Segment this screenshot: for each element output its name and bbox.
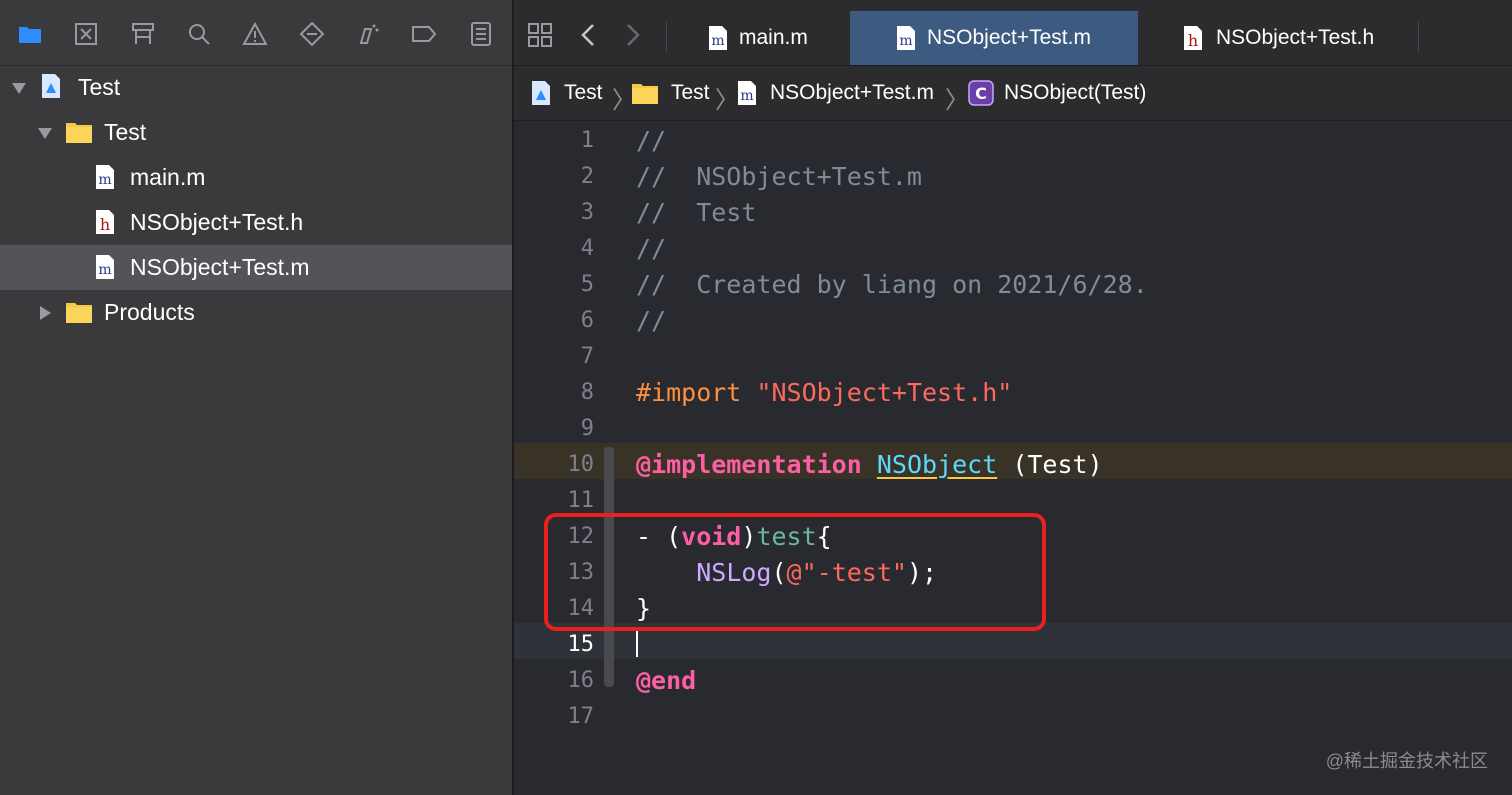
tab-label: NSObject+Test.h	[1216, 26, 1375, 49]
tab-label: NSObject+Test.m	[927, 26, 1091, 49]
svg-text:m: m	[98, 172, 111, 188]
m-file-icon: m	[96, 165, 114, 189]
tab-nsobject-test-h[interactable]: h NSObject+Test.h	[1138, 11, 1418, 65]
code-comment: //	[636, 234, 667, 263]
line-number: 17	[567, 704, 595, 729]
m-file-icon: m	[897, 26, 915, 50]
symbol-icon[interactable]	[128, 19, 158, 49]
tree-item-file-selected[interactable]: m NSObject+Test.m	[0, 245, 512, 290]
search-icon[interactable]	[184, 19, 214, 49]
source-control-icon[interactable]	[71, 19, 101, 49]
svg-text:m: m	[98, 262, 111, 278]
breadcrumb-item-file[interactable]: m NSObject+Test.m	[736, 66, 934, 120]
code-line-import: #import "NSObject+Test.h"	[636, 375, 1012, 411]
h-file-icon: h	[96, 210, 114, 234]
code-line-end: @end	[636, 666, 697, 695]
forward-chevron-icon[interactable]	[617, 20, 647, 50]
tree-label: Products	[104, 299, 195, 325]
project-navigator: Test Test m main.m h NSObject+Test.h m N…	[0, 0, 512, 795]
tree-label: Test	[104, 119, 147, 145]
folder-icon	[632, 84, 658, 104]
svg-text:m: m	[899, 33, 912, 49]
line-number: 3	[580, 200, 594, 225]
breadcrumb-item-symbol[interactable]: C NSObject(Test)	[968, 66, 1146, 120]
folder-icon[interactable]	[15, 19, 45, 49]
highlight-box	[544, 513, 1046, 631]
tree-item-file[interactable]: h NSObject+Test.h	[0, 200, 512, 245]
tree-label: NSObject+Test.m	[130, 254, 310, 280]
svg-text:C: C	[975, 84, 987, 103]
project-file-icon	[532, 81, 550, 105]
disclosure-open-icon[interactable]	[11, 80, 27, 96]
svg-text:m: m	[711, 33, 724, 49]
warning-icon[interactable]	[240, 19, 270, 49]
debug-icon[interactable]	[353, 19, 383, 49]
breadcrumb-label: NSObject+Test.m	[770, 81, 934, 104]
disclosure-open-icon[interactable]	[37, 125, 53, 141]
navigator-toolbar	[0, 0, 512, 66]
breadcrumb-item-folder[interactable]: Test	[631, 66, 710, 120]
text-cursor	[636, 627, 638, 657]
line-number: 2	[580, 164, 594, 189]
report-icon[interactable]	[466, 19, 496, 49]
tree-label: main.m	[130, 164, 206, 190]
back-chevron-icon[interactable]	[574, 20, 604, 50]
grid-icon[interactable]	[525, 20, 555, 50]
line-number: 1	[580, 128, 594, 153]
m-file-icon: m	[96, 255, 114, 279]
project-file-icon	[42, 74, 60, 98]
code-comment: // NSObject+Test.m	[636, 162, 922, 191]
line-number: 16	[567, 668, 595, 693]
folder-icon	[66, 123, 92, 143]
code-token: (Test)	[997, 450, 1103, 479]
line-number: 9	[580, 416, 594, 441]
code-comment: // Test	[636, 198, 757, 227]
editor: m main.m m NSObject+Test.m h NSObject+Te…	[514, 0, 1512, 795]
line-number: 7	[580, 344, 594, 369]
breadcrumb-label: Test	[671, 81, 710, 104]
disclosure-closed-icon[interactable]	[37, 305, 53, 321]
breadcrumb-label: Test	[564, 81, 603, 104]
chevron-right-icon: 〉	[945, 87, 969, 114]
tree-label: Test	[78, 74, 121, 100]
m-file-icon: m	[709, 26, 727, 50]
breadcrumb: Test 〉 Test 〉 m NSObject+Test.m 〉 C NSOb…	[514, 66, 1512, 121]
line-number: 10	[567, 452, 595, 477]
category-c-icon: C	[968, 80, 994, 106]
tab-nsobject-test-m[interactable]: m NSObject+Test.m	[850, 11, 1138, 65]
m-file-icon: m	[738, 81, 756, 105]
code-comment: // Created by liang on 2021/6/28.	[636, 270, 1148, 299]
code-comment: //	[636, 306, 667, 335]
folder-icon	[66, 303, 92, 323]
line-number: 15	[567, 632, 595, 657]
h-file-icon: h	[1184, 26, 1202, 50]
code-line-implementation: @implementation NSObject (Test)	[636, 447, 1103, 483]
breakpoint-icon[interactable]	[409, 19, 439, 49]
watermark: @稀土掘金技术社区	[1325, 751, 1488, 771]
line-number: 4	[580, 236, 594, 261]
test-icon[interactable]	[297, 19, 327, 49]
tree-label: NSObject+Test.h	[130, 209, 304, 235]
tree-item-project[interactable]: Test	[0, 65, 512, 110]
code-token: @implementation	[636, 450, 862, 479]
tab-label: main.m	[739, 26, 808, 49]
tree-item-file[interactable]: m main.m	[0, 155, 512, 200]
code-comment: //	[636, 126, 667, 155]
svg-text:h: h	[1188, 31, 1198, 50]
tree-item-folder[interactable]: Test	[0, 110, 512, 155]
code-token: "NSObject+Test.h"	[756, 378, 1013, 407]
svg-text:m: m	[740, 88, 753, 104]
tab-bar: m main.m m NSObject+Test.m h NSObject+Te…	[514, 0, 1512, 66]
breadcrumb-label: NSObject(Test)	[1004, 81, 1147, 104]
line-number: 8	[580, 380, 594, 405]
line-number: 5	[580, 272, 594, 297]
svg-text:h: h	[100, 215, 110, 234]
code-token: #import	[636, 378, 742, 407]
tree-item-folder[interactable]: Products	[0, 290, 512, 335]
breadcrumb-item-project[interactable]: Test	[530, 66, 603, 120]
tab-main-m[interactable]: m main.m	[667, 11, 850, 65]
line-number: 6	[580, 308, 594, 333]
code-token: NSObject	[876, 450, 998, 479]
code-editor[interactable]: 1 2 3 4 5 6 7 8 9 10 11 12 13 14 15 16 1…	[514, 121, 1512, 795]
